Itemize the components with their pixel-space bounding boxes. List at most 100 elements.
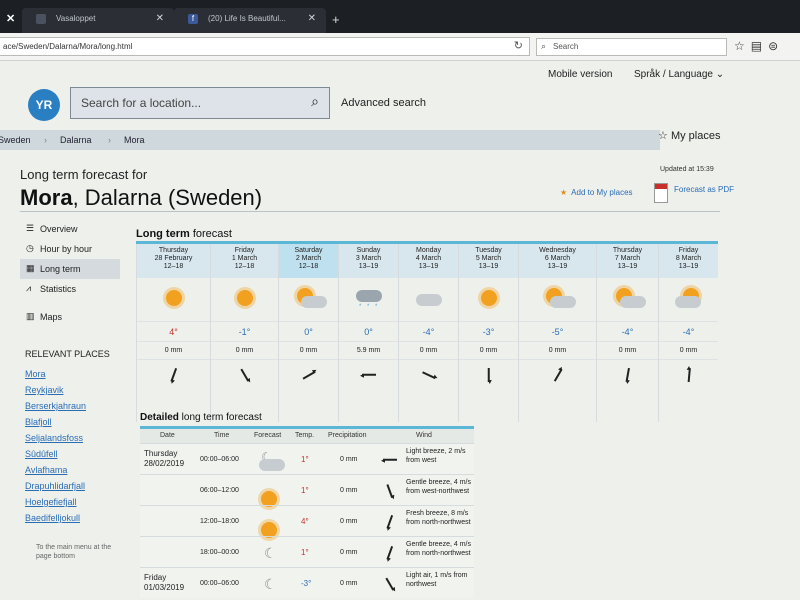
header-temp: Temp. (295, 432, 315, 439)
clock-icon: ◷ (26, 243, 34, 253)
day-precipitation: 0 mm (211, 341, 278, 359)
nav-maps[interactable]: ▥ Maps (20, 307, 120, 327)
row-wind-text: Light breeze, 2 m/s from west (406, 448, 466, 464)
browser-tab-vasaloppet[interactable]: Vasaloppet ✕ (22, 8, 174, 33)
mobile-version-link[interactable]: Mobile version (548, 69, 612, 80)
reading-list-icon[interactable]: ▤ (751, 39, 768, 53)
day-name: Wednesday (539, 247, 576, 254)
cloud-shape (301, 296, 327, 308)
day-period: 13–19 (617, 263, 638, 270)
reload-icon[interactable]: ↻ (514, 39, 523, 52)
tab-close-icon[interactable]: ✕ (308, 13, 316, 24)
wind-arrow-icon (553, 368, 562, 381)
relevant-place-link[interactable]: Drapuhlidarfjall (25, 481, 86, 497)
nav-hour-by-hour[interactable]: ◷ Hour by hour (20, 239, 120, 259)
toolbar-icons: ☆▤⊜ (734, 39, 784, 53)
detailed-title-rest: long term forecast (178, 412, 262, 423)
map-icon: ▥ (26, 311, 35, 321)
relevant-place-link[interactable]: Baedifelljokull (25, 513, 86, 529)
nav-statistics[interactable]: ⩘ Statistics (20, 279, 120, 299)
sun-icon (256, 510, 282, 538)
forecast-day-column[interactable]: Monday 4 March 13–19 -4° 0 mm (398, 244, 458, 422)
header-divider (20, 211, 720, 212)
relevant-place-link[interactable]: Hoelgefiefjall (25, 497, 86, 513)
pdf-icon (654, 183, 668, 203)
detailed-row: 06:00–12:00 1° 0 mm Gentle breeze, 4 m/s fr… (140, 474, 474, 507)
day-header: Friday 8 March 13–19 (659, 244, 718, 278)
browser-tab-facebook[interactable]: f (20) Life Is Beautiful... ✕ (174, 8, 326, 33)
yr-logo[interactable]: YR (28, 89, 60, 121)
row-wind-text: Gentle breeze, 4 m/s from north-northwes… (406, 541, 471, 557)
nav-label: Statistics (40, 284, 77, 294)
add-to-my-places-link[interactable]: ★ Add to My places (560, 188, 633, 197)
day-period: 13–19 (547, 263, 568, 270)
row-temperature: 1° (301, 548, 309, 557)
sun-shape (237, 290, 253, 306)
search-icon: ⌕ (541, 41, 547, 51)
day-name: Sunday (356, 247, 381, 254)
row-precipitation: 0 mm (340, 487, 358, 494)
day-temperature: -3° (459, 321, 518, 341)
relevant-places-heading: RELEVANT PLACES (25, 349, 110, 359)
nav-long-term[interactable]: ▦ Long term (20, 259, 120, 279)
breadcrumb-dalarna[interactable]: Dalarna (60, 135, 92, 145)
side-navigation: ☰ Overview ◷ Hour by hour ▦ Long term ⩘ Stat… (20, 219, 120, 327)
tab-close-icon[interactable]: ✕ (156, 13, 164, 24)
relevant-place-link[interactable]: Reykjavik (25, 385, 86, 401)
relevant-place-link[interactable]: Sûdûfell (25, 449, 86, 465)
day-date: 1 March (231, 255, 258, 262)
close-icon[interactable]: ✕ (6, 12, 15, 25)
browser-search-field[interactable]: ⌕ Search (536, 38, 727, 56)
star-outline-icon: ☆ (658, 130, 668, 142)
wind-arrow-icon (302, 370, 315, 379)
bookmark-star-icon[interactable]: ☆ (734, 39, 751, 53)
wind-arrow-icon (421, 370, 436, 379)
location-search-input[interactable]: Search for a location... ⌕ (70, 87, 330, 119)
nav-overview[interactable]: ☰ Overview (20, 219, 120, 239)
relevant-place-link[interactable]: Avlafhama (25, 465, 86, 481)
day-temperature: -4° (659, 321, 718, 341)
relevant-place-link[interactable]: Mora (25, 369, 86, 385)
forecast-day-column[interactable]: Thursday 28 February 12–18 4° 0 mm (136, 244, 210, 422)
my-places-link[interactable]: ☆ My places (658, 129, 720, 142)
wind-arrow-icon (386, 545, 394, 560)
detailed-row: 12:00–18:00 4° 0 mm Fresh breeze, 8 m/s fro… (140, 505, 474, 538)
search-icon[interactable]: ⌕ (311, 93, 319, 110)
language-selector[interactable]: Språk / Language ⌄ (634, 69, 724, 80)
forecast-day-column[interactable]: Sunday 3 March 13–19 * * * 0° 5.9 mm (338, 244, 398, 422)
row-precipitation: 0 mm (340, 456, 358, 463)
day-period: 13–19 (418, 263, 439, 270)
row-time: 00:00–06:00 (200, 580, 239, 587)
relevant-place-link[interactable]: Blafjoll (25, 417, 86, 433)
row-time: 12:00–18:00 (200, 518, 239, 525)
tab-label: (20) Life Is Beautiful... (208, 14, 286, 23)
chart-icon: ⩘ (26, 283, 32, 293)
forecast-day-column[interactable]: Friday 8 March 13–19 -4° 0 mm (658, 244, 718, 422)
day-name: Monday (416, 247, 441, 254)
forecast-day-column[interactable]: Saturday 2 March 12–18 0° 0 mm (278, 244, 338, 422)
moon-shape: ☾ (264, 576, 277, 592)
browser-tab-bar: ✕ Vasaloppet ✕ f (20) Life Is Beautiful.… (0, 0, 800, 33)
row-temperature: 4° (301, 517, 309, 526)
url-field[interactable]: ace/Sweden/Dalarna/Mora/long.html ↻ (0, 37, 530, 56)
snowflakes: * * * (359, 304, 380, 310)
facebook-icon: f (188, 14, 198, 24)
forecast-day-column[interactable]: Wednesday 6 March 13–19 -5° 0 mm (518, 244, 596, 422)
new-tab-icon[interactable]: + (332, 12, 340, 27)
menu-icon[interactable]: ⊜ (768, 39, 784, 53)
relevant-place-link[interactable]: Seljalandsfoss (25, 433, 86, 449)
day-date: 6 March (544, 255, 571, 262)
wind-arrow-icon (386, 483, 394, 498)
forecast-day-column[interactable]: Tuesday 5 March 13–19 -3° 0 mm (458, 244, 518, 422)
advanced-search-link[interactable]: Advanced search (341, 97, 426, 109)
wind-arrow-icon (240, 368, 249, 381)
sun-shape (166, 290, 182, 306)
row-wind (378, 537, 402, 568)
relevant-place-link[interactable]: Berserkjahraun (25, 401, 86, 417)
forecast-day-column[interactable]: Thursday 7 March 13–19 -4° 0 mm (596, 244, 658, 422)
forecast-day-column[interactable]: Friday 1 March 12–18 -1° 0 mm (210, 244, 278, 422)
day-name: Thursday (612, 247, 643, 254)
breadcrumb-sweden[interactable]: Sweden (0, 135, 31, 145)
breadcrumb: Sweden › Dalarna › Mora (0, 130, 660, 150)
main-menu-link[interactable]: To the main menu at the page bottom (36, 543, 126, 561)
